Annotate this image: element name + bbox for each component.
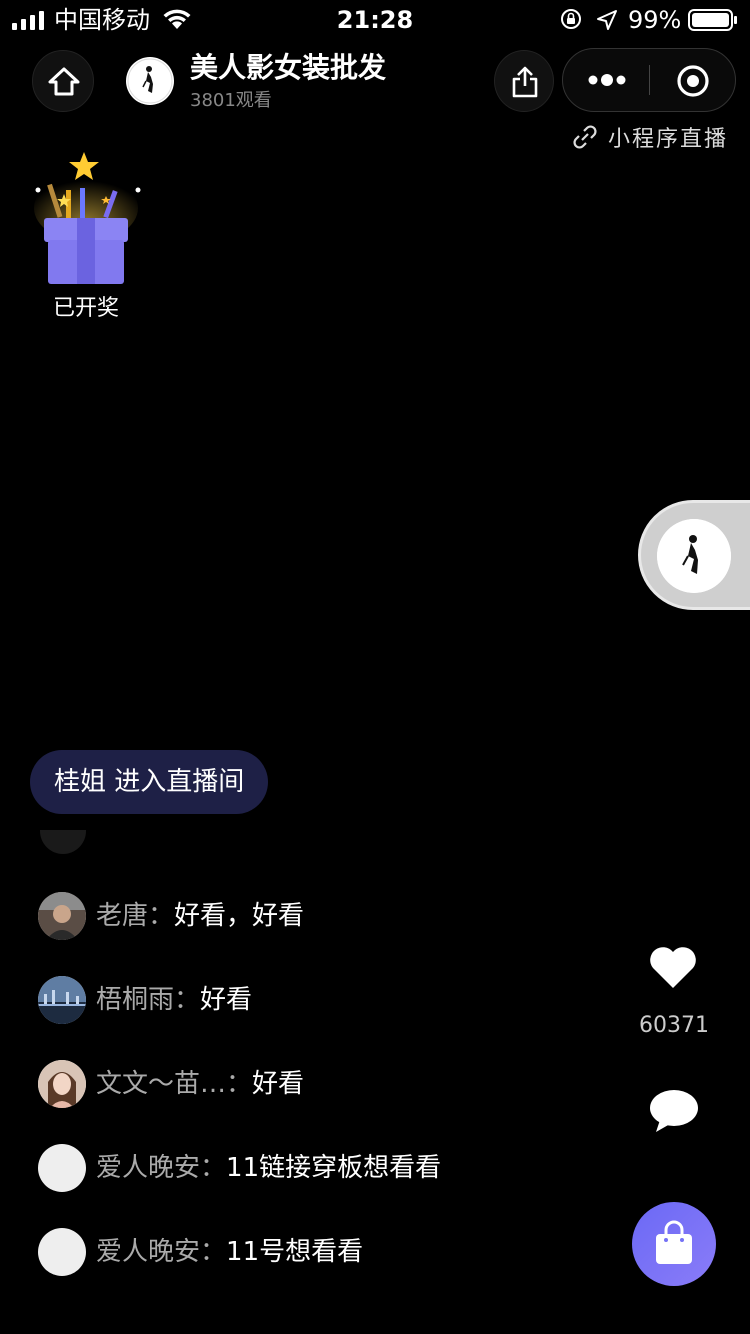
lottery-widget[interactable]: 已开奖 (30, 150, 142, 330)
comment-username: 文文～苗… (96, 1069, 227, 1099)
gift-box-icon (34, 152, 141, 284)
chat-bubble-icon[interactable] (648, 1088, 700, 1134)
more-button[interactable] (563, 49, 649, 111)
mini-program-live-label: 小程序直播 (607, 127, 728, 152)
night-city-photo-icon (38, 976, 86, 1024)
join-notice-text: 进入直播间 (114, 767, 245, 797)
join-notice: 桂姐 进入直播间 (30, 750, 269, 814)
comment-message: 好看 (200, 985, 253, 1015)
location-arrow-icon (597, 10, 617, 30)
like-count: 60371 (639, 1013, 709, 1038)
commenter-avatar (38, 976, 86, 1024)
rotation-lock-icon (561, 9, 581, 29)
share-icon (512, 66, 538, 98)
comment-message: 好看 (252, 1069, 305, 1099)
battery-icon (688, 9, 737, 31)
home-icon (48, 67, 80, 96)
woman-photo-icon (38, 1060, 86, 1108)
anchor-avatar (657, 519, 731, 593)
lottery-status-label: 已开奖 (52, 296, 119, 321)
man-photo-icon (38, 892, 86, 940)
anchor-float-button[interactable] (638, 500, 750, 610)
channel-title: 美人影女装批发 (190, 51, 387, 84)
commenter-avatar (38, 1144, 86, 1192)
commenter-avatar (38, 1060, 86, 1108)
battery-percent: 99% (628, 6, 682, 34)
status-bar: 中国移动 21:28 99% (0, 0, 750, 40)
comment-message: 11链接穿板想看看 (226, 1153, 442, 1183)
target-icon (677, 65, 709, 97)
comment-colon: ： (226, 1069, 253, 1099)
comment-colon: ： (200, 1153, 227, 1183)
comment-message: 好看，好看 (174, 901, 305, 931)
heart-icon[interactable] (648, 944, 698, 990)
comment-username: 梧桐雨 (96, 985, 175, 1015)
comment-colon: ： (148, 901, 175, 931)
commenter-avatar (38, 892, 86, 940)
viewer-count: 3801观看 (190, 90, 272, 111)
channel-avatar[interactable] (126, 57, 174, 105)
shopping-bag-button[interactable] (632, 1202, 716, 1286)
comment-colon: ： (174, 985, 201, 1015)
mini-program-capsule (562, 48, 736, 112)
share-button[interactable] (494, 50, 554, 112)
shopping-bag-icon (656, 1220, 692, 1264)
join-notice-user: 桂姐 (54, 767, 107, 797)
dancer-logo-icon (127, 58, 173, 104)
mini-program-live-tag[interactable]: 小程序直播 (572, 124, 728, 154)
exit-button[interactable] (650, 49, 736, 111)
more-dots-icon (588, 74, 626, 86)
comment-username: 爱人晚安 (96, 1237, 201, 1267)
dancer-logo-icon (657, 519, 731, 593)
commenter-avatar (38, 1228, 86, 1276)
comment-message: 11号想看看 (226, 1237, 364, 1267)
home-button[interactable] (32, 50, 94, 112)
comment-username: 老唐 (96, 901, 149, 931)
scrolled-comment-avatar (40, 830, 86, 856)
comment-username: 爱人晚安 (96, 1153, 201, 1183)
link-icon (573, 125, 597, 149)
comment-colon: ： (200, 1237, 227, 1267)
